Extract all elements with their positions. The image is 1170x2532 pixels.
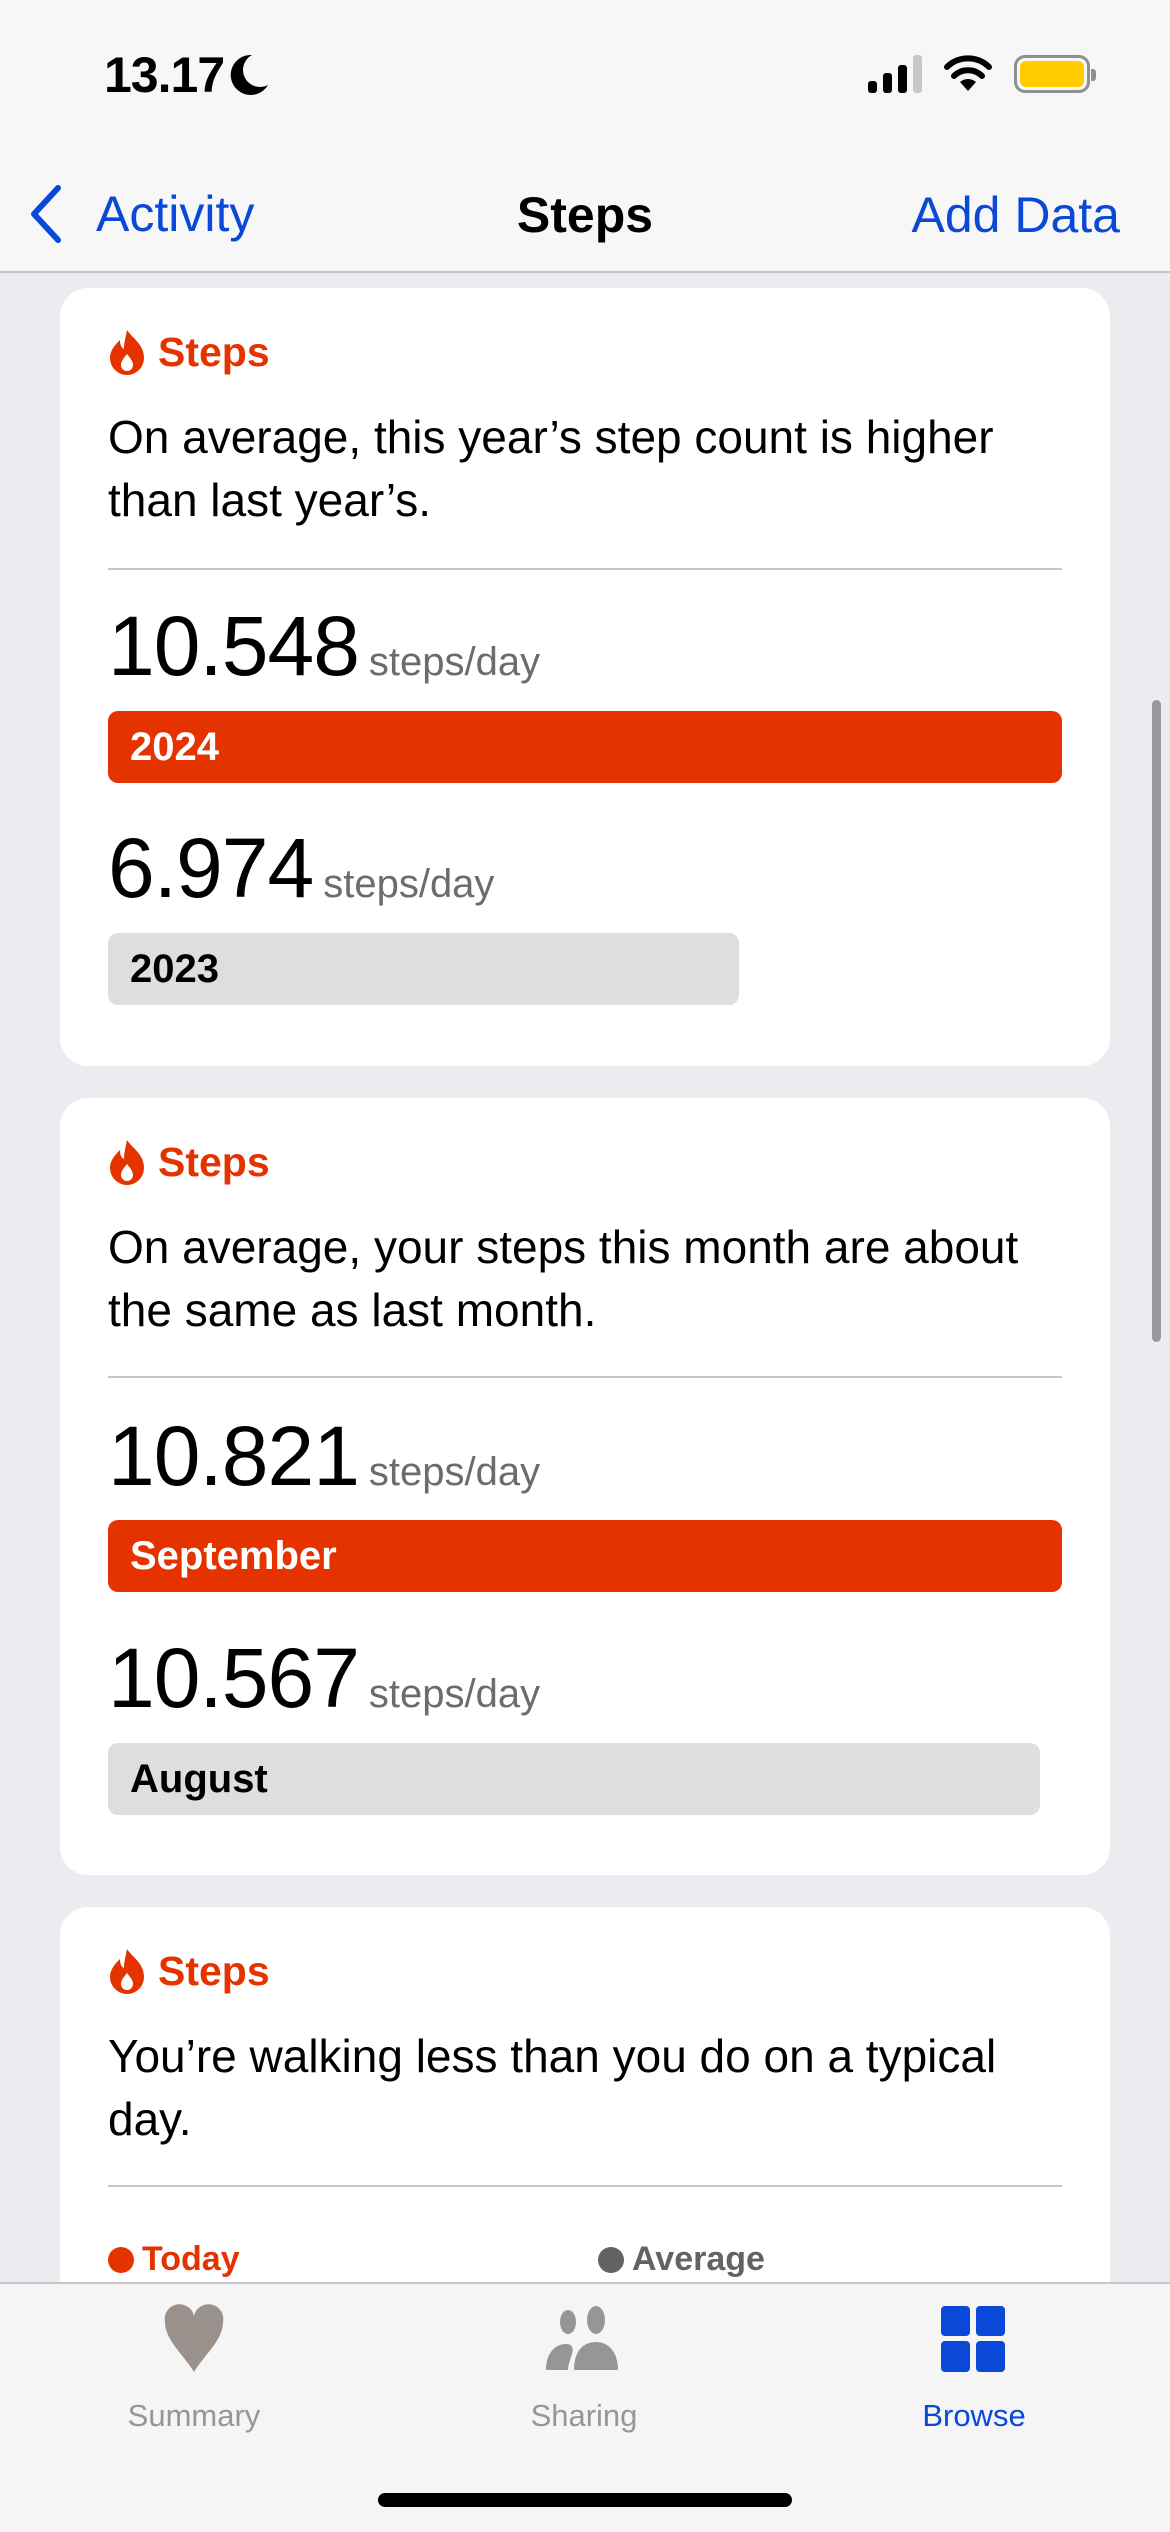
add-data-button[interactable]: Add Data: [912, 186, 1120, 244]
divider: [108, 568, 1062, 570]
legend-label: Average: [632, 2240, 765, 2278]
comparison-bar-previous: 2023: [108, 933, 739, 1005]
card-category: Steps: [108, 328, 270, 376]
wifi-icon: [944, 55, 992, 91]
comparison-bar-current: 2024: [108, 711, 1062, 783]
metric-unit: steps/day: [323, 862, 495, 906]
metric-value: 6.974: [108, 821, 314, 915]
comparison-bar-previous: August: [108, 1743, 1040, 1815]
divider: [108, 1376, 1062, 1378]
scrollbar[interactable]: [1152, 700, 1161, 1342]
highlight-card-yearly[interactable]: Steps On average, this year’s step count…: [60, 288, 1110, 1066]
flame-icon: [110, 1949, 144, 1994]
status-time: 13.17: [104, 46, 270, 104]
tab-summary[interactable]: Summary: [84, 2304, 304, 2434]
metric-current: 10.821 steps/day: [108, 1408, 540, 1505]
tab-sharing[interactable]: Sharing: [474, 2304, 694, 2434]
legend-dot-average: [598, 2246, 624, 2273]
metric-unit: steps/day: [368, 1450, 541, 1494]
bar-label: August: [130, 1756, 268, 1801]
metric-current: 10.548 steps/day: [108, 598, 540, 695]
battery-level: [1020, 61, 1084, 87]
grid-icon: [941, 2306, 1005, 2372]
card-category: Steps: [108, 1138, 270, 1186]
moon-icon: [230, 54, 269, 95]
metric-unit: steps/day: [368, 640, 541, 684]
metric-value: 10.567: [108, 1631, 360, 1725]
clock: 13.17: [104, 47, 225, 103]
category-label: Steps: [158, 328, 270, 375]
heart-icon: [164, 2304, 224, 2372]
metric-unit: steps/day: [368, 1672, 541, 1716]
comparison-bar-current: September: [108, 1520, 1062, 1592]
status-bar: 13.17: [0, 0, 1170, 160]
tab-label: Browse: [922, 2398, 1026, 2433]
flame-icon: [110, 1140, 144, 1185]
highlight-card-monthly[interactable]: Steps On average, your steps this month …: [60, 1098, 1110, 1875]
bar-label: 2023: [130, 946, 219, 991]
bar-label: 2024: [130, 724, 219, 769]
metric-previous: 6.974 steps/day: [108, 820, 494, 917]
home-indicator[interactable]: [378, 2493, 792, 2507]
card-headline: You’re walking less than you do on a typ…: [108, 2030, 997, 2145]
battery-icon: [1014, 55, 1096, 93]
legend-label: Today: [142, 2240, 240, 2278]
tab-label: Sharing: [530, 2398, 638, 2433]
divider: [108, 2185, 1062, 2187]
navigation-bar: Activity Steps Add Data: [0, 160, 1170, 273]
legend-average: Average: [598, 2240, 765, 2279]
card-headline: On average, your steps this month are ab…: [108, 1221, 1019, 1336]
card-category: Steps: [108, 1947, 270, 1995]
card-headline: On average, this year’s step count is hi…: [108, 411, 994, 526]
category-label: Steps: [158, 1947, 270, 1994]
bar-label: September: [130, 1533, 337, 1578]
legend-today: Today: [108, 2240, 240, 2279]
metric-value: 10.548: [108, 599, 360, 693]
metric-value: 10.821: [108, 1409, 360, 1503]
metric-previous: 10.567 steps/day: [108, 1630, 540, 1727]
signal-icon: [868, 55, 922, 93]
tab-label: Summary: [127, 2398, 261, 2433]
flame-icon: [110, 330, 144, 375]
people-icon: [546, 2306, 618, 2370]
category-label: Steps: [158, 1138, 270, 1185]
legend-dot-today: [108, 2246, 134, 2273]
tab-browse[interactable]: Browse: [864, 2304, 1084, 2434]
